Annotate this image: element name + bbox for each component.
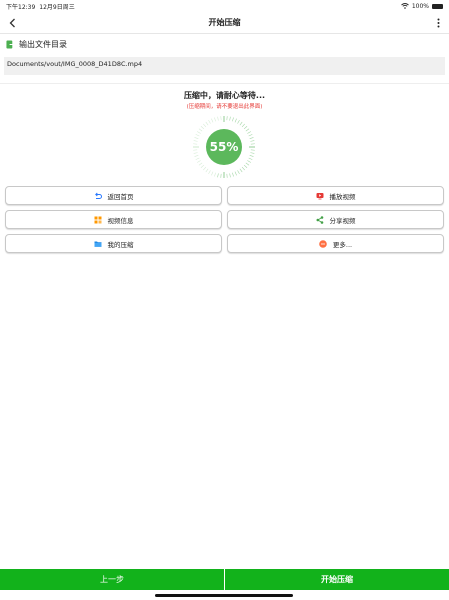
prev-step-button[interactable]: 上一步 — [0, 569, 225, 590]
home-indicator — [155, 594, 293, 597]
my-compress-button[interactable]: 我的压缩 — [5, 234, 222, 253]
return-icon — [94, 192, 102, 200]
output-path-field: Documents/vout/IMG_0008_D41D8C.mp4 — [4, 57, 445, 75]
output-path-text: Documents/vout/IMG_0008_D41D8C.mp4 — [7, 60, 143, 68]
status-date: 12月9日周三 — [39, 3, 75, 11]
play-video-icon — [316, 192, 324, 200]
more-menu-button[interactable] — [431, 14, 445, 32]
vertical-dots-icon — [437, 18, 439, 28]
bottom-bar: 上一步 开始压缩 — [0, 569, 449, 590]
more-button[interactable]: 更多... — [227, 234, 444, 253]
grid-info-icon — [94, 216, 102, 224]
output-dir-label: 输出文件目录 — [19, 40, 67, 49]
my-compress-label: 我的压缩 — [107, 240, 134, 249]
video-info-button[interactable]: 视频信息 — [5, 210, 222, 229]
start-compress-button[interactable]: 开始压缩 — [225, 569, 449, 590]
wifi-icon — [401, 3, 409, 9]
battery-percent: 100% — [411, 2, 429, 10]
more-label: 更多... — [332, 240, 353, 249]
nav-bar: 开始压缩 — [0, 12, 449, 34]
share-video-label: 分享视频 — [329, 216, 356, 225]
share-icon — [316, 215, 324, 224]
chevron-left-icon — [9, 18, 15, 28]
more-dots-icon — [319, 239, 327, 248]
share-video-button[interactable]: 分享视频 — [227, 210, 444, 229]
folder-icon — [94, 240, 102, 248]
back-home-label: 返回首页 — [107, 192, 134, 201]
video-info-label: 视频信息 — [107, 216, 134, 225]
progress-percent: 55% — [209, 140, 239, 154]
divider — [0, 83, 449, 84]
output-dir-header: 输出文件目录 — [6, 39, 67, 50]
status-bar: 下午12:39 12月9日周三 100% — [0, 0, 449, 12]
page-title: 开始压缩 — [208, 18, 241, 27]
back-home-button[interactable]: 返回首页 — [5, 186, 222, 205]
back-button[interactable] — [4, 14, 20, 32]
play-video-label: 播放视频 — [329, 192, 356, 201]
start-compress-label: 开始压缩 — [321, 575, 353, 584]
battery-icon — [432, 3, 443, 9]
play-video-button[interactable]: 播放视频 — [227, 186, 444, 205]
compress-warning: (压缩期间，请不要退出此界面) — [186, 104, 263, 110]
compress-status-title: 压缩中，请耐心等待... — [183, 91, 266, 100]
folder-export-icon — [6, 40, 15, 49]
status-time: 下午12:39 — [6, 3, 36, 11]
prev-step-label: 上一步 — [100, 575, 124, 584]
